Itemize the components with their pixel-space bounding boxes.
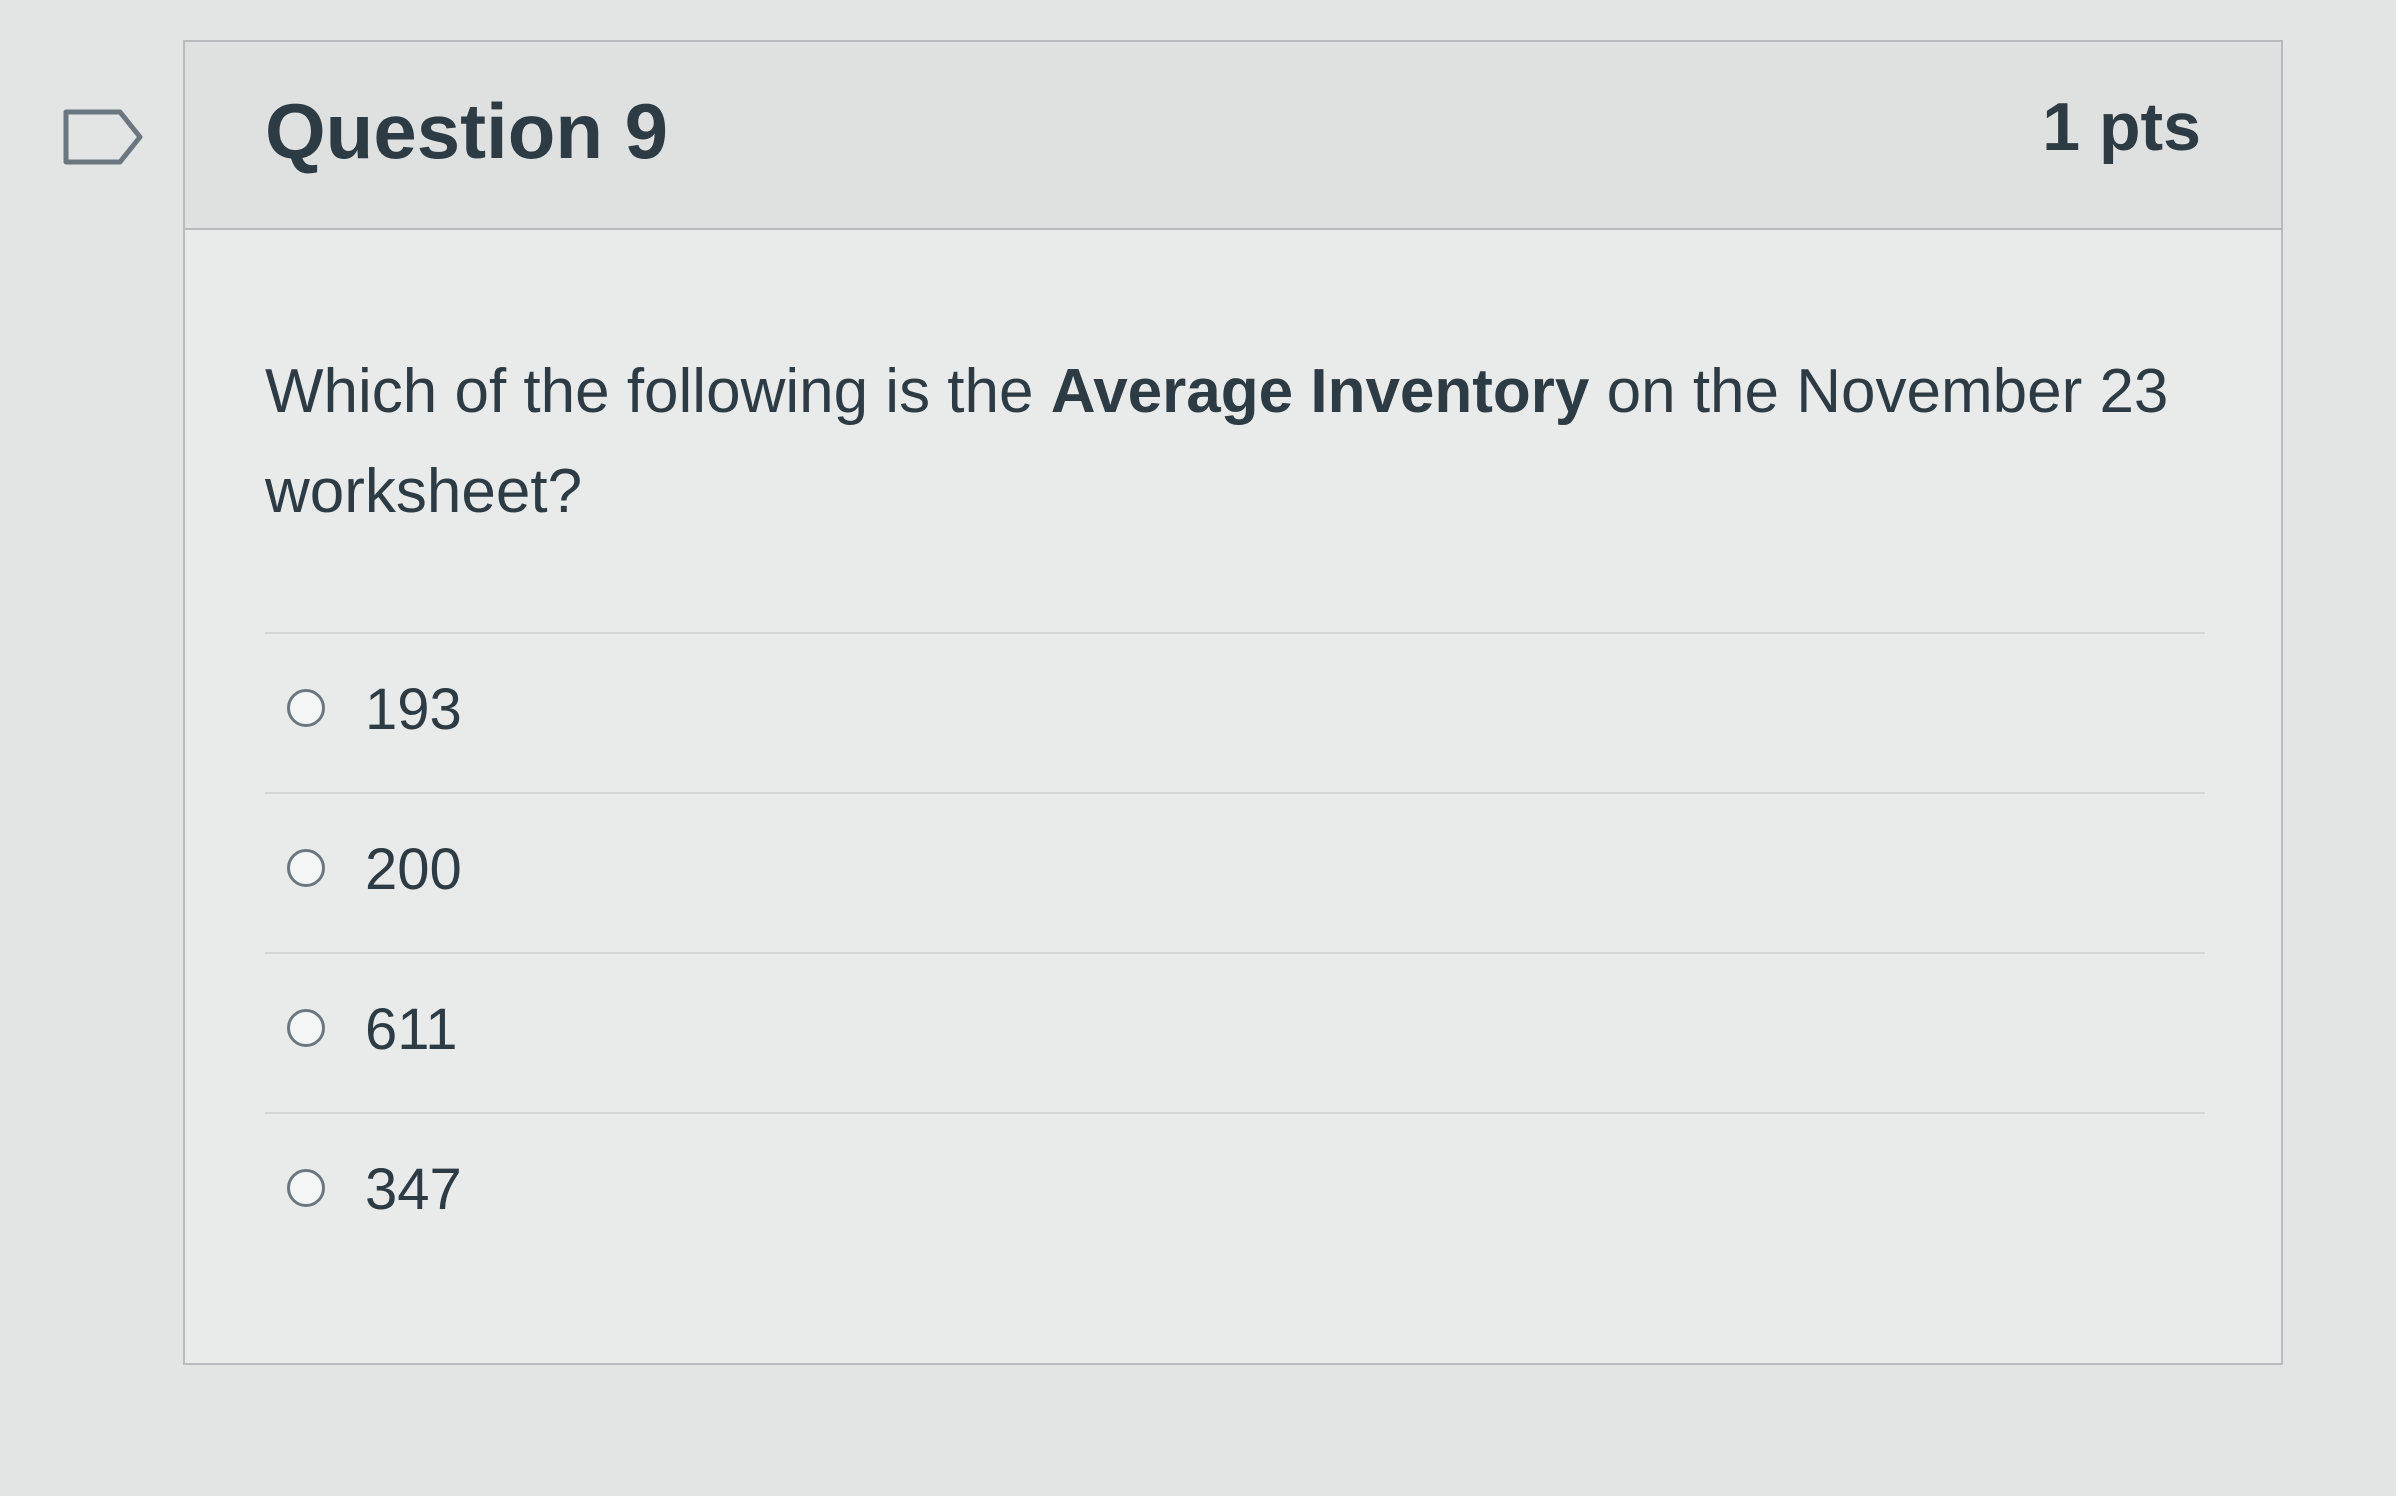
answer-label: 347	[365, 1157, 462, 1222]
answer-list: 193 200 611 347	[265, 632, 2205, 1272]
radio-button[interactable]	[287, 1009, 325, 1047]
answer-label: 200	[365, 837, 462, 902]
answer-label: 193	[365, 677, 462, 742]
radio-button[interactable]	[287, 689, 325, 727]
question-points: 1 pts	[2042, 89, 2201, 165]
question-text-bold: Average Inventory	[1050, 357, 1590, 426]
flag-question-icon[interactable]	[62, 108, 144, 166]
answer-option[interactable]: 347	[265, 1112, 2205, 1272]
radio-button[interactable]	[287, 849, 325, 887]
question-card: Question 9 1 pts Which of the following …	[183, 40, 2283, 1365]
answer-label: 611	[365, 997, 458, 1062]
question-header: Question 9 1 pts	[185, 42, 2281, 230]
answer-option[interactable]: 193	[265, 632, 2205, 792]
radio-button[interactable]	[287, 1169, 325, 1207]
question-text: Which of the following is the Average In…	[265, 342, 2185, 542]
question-text-part: Which of the following is the	[265, 357, 1051, 426]
question-title: Question 9	[265, 87, 669, 175]
answer-option[interactable]: 200	[265, 792, 2205, 952]
answer-option[interactable]: 611	[265, 952, 2205, 1112]
